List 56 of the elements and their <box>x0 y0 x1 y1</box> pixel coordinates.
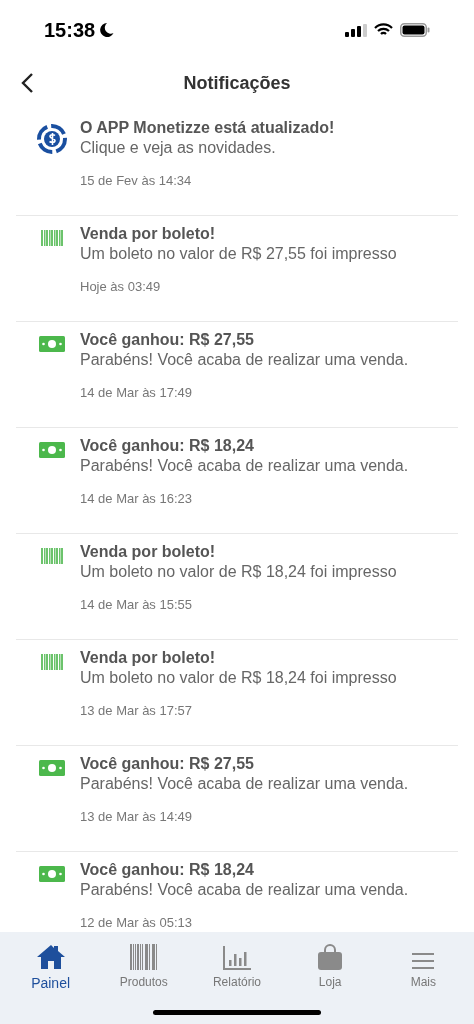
banknote-icon <box>39 336 65 352</box>
home-icon <box>35 944 66 970</box>
notification-text: Parabéns! Você acaba de realizar uma venda. <box>80 880 409 900</box>
banknote-icon <box>39 760 65 776</box>
notification-date: 14 de Mar às 17:49 <box>80 384 194 402</box>
notification-title: O APP Monetizze está atualizado! <box>80 118 335 138</box>
notification-date: 13 de Mar às 17:57 <box>80 702 194 720</box>
signal-icon <box>345 23 367 37</box>
notification-text: Um boleto no valor de R$ 18,24 foi impresso <box>80 562 397 582</box>
notification-text: Parabéns! Você acaba de realizar uma venda. <box>80 456 409 476</box>
banknote-icon <box>39 866 65 882</box>
tab-bar-item[interactable]: Relatório <box>196 942 277 994</box>
banknote-icon <box>39 442 65 458</box>
notification-item[interactable]: O APP Monetizze está atualizado! Clique e veja as novidades. 15 de Fev às 14:34 <box>16 110 458 216</box>
notification-item[interactable]: Venda por boleto! Um boleto no valor de R$ 18,24 foi impresso 14 de Mar às 15:55 <box>16 534 458 640</box>
notification-text: Um boleto no valor de R$ 18,24 foi impresso <box>80 668 397 688</box>
notification-date: 12 de Mar às 05:13 <box>80 914 194 932</box>
tab-bar-item[interactable]: Loja <box>290 942 371 994</box>
tab-bar-item[interactable]: Painel <box>10 942 91 994</box>
notification-title: Você ganhou: R$ 18,24 <box>80 436 255 456</box>
bar-chart-icon <box>222 946 251 970</box>
moon-icon <box>99 22 115 38</box>
notification-text: Clique e veja as novidades. <box>80 138 277 158</box>
notification-item[interactable]: Você ganhou: R$ 27,55 Parabéns! Você acaba de realizar uma venda. 13 de Mar às 14:49 <box>16 746 458 852</box>
dollar-circle-icon <box>37 124 67 154</box>
notification-title: Você ganhou: R$ 27,55 <box>80 330 255 350</box>
notification-title: Você ganhou: R$ 18,24 <box>80 860 255 880</box>
notification-item[interactable]: Venda por boleto! Um boleto no valor de R$ 27,55 foi impresso Hoje às 03:49 <box>16 216 458 322</box>
notification-date: 14 de Mar às 15:55 <box>80 596 194 614</box>
notification-text: Parabéns! Você acaba de realizar uma venda. <box>80 350 409 370</box>
notification-date: 15 de Fev às 14:34 <box>80 172 193 190</box>
notification-title: Venda por boleto! <box>80 224 217 244</box>
notification-text: Parabéns! Você acaba de realizar uma venda. <box>80 774 409 794</box>
tab-bar-item[interactable]: Produtos <box>103 942 184 994</box>
battery-icon <box>400 23 430 37</box>
notification-date: 14 de Mar às 16:23 <box>80 490 194 508</box>
back-icon <box>20 72 34 94</box>
tab-bar-item[interactable]: Mais <box>383 942 464 994</box>
notification-title: Você ganhou: R$ 27,55 <box>80 754 255 774</box>
notification-item[interactable]: Venda por boleto! Um boleto no valor de R$ 18,24 foi impresso 13 de Mar às 17:57 <box>16 640 458 746</box>
notification-item[interactable]: Você ganhou: R$ 18,24 Parabéns! Você acaba de realizar uma venda. 14 de Mar às 16:23 <box>16 428 458 534</box>
barcode-icon <box>41 548 63 564</box>
wifi-icon <box>374 23 393 37</box>
barcode-icon <box>41 230 63 246</box>
menu-icon <box>412 952 435 970</box>
notification-date: 13 de Mar às 14:49 <box>80 808 194 826</box>
notification-date: Hoje às 03:49 <box>80 278 162 296</box>
notification-item[interactable]: Você ganhou: R$ 27,55 Parabéns! Você acaba de realizar uma venda. 14 de Mar às 17:49 <box>16 322 458 428</box>
notification-title: Venda por boleto! <box>80 648 217 668</box>
clock-time: 15:38 <box>44 18 96 43</box>
barcode-icon <box>129 944 158 970</box>
barcode-icon <box>41 654 63 670</box>
page-title: Notificações <box>183 71 291 95</box>
shopping-bag-icon <box>318 944 343 970</box>
notification-title: Venda por boleto! <box>80 542 217 562</box>
notification-text: Um boleto no valor de R$ 27,55 foi impresso <box>80 244 397 264</box>
